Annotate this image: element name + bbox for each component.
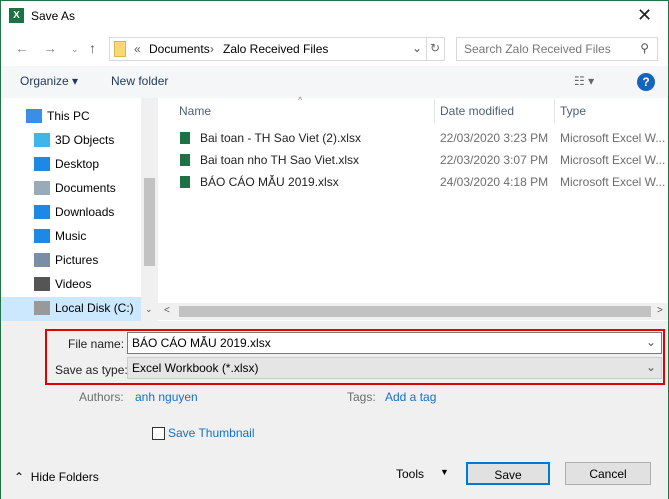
file-row[interactable]: Bai toan - TH Sao Viet (2).xlsx 22/03/202… xyxy=(171,127,668,149)
desktop-icon xyxy=(34,157,50,171)
highlight-box xyxy=(45,329,665,385)
new-folder-button[interactable]: New folder xyxy=(111,74,168,88)
file-name: BÁO CÁO MẪU 2019.xlsx xyxy=(200,175,339,189)
nav-item-label: Documents xyxy=(55,181,116,195)
videos-icon xyxy=(34,277,50,291)
excel-file-icon xyxy=(180,154,190,166)
file-row[interactable]: Bai toan nho TH Sao Viet.xlsx 22/03/2020 … xyxy=(171,149,668,171)
divider xyxy=(554,99,555,123)
hide-folders-button[interactable]: ⌃ Hide Folders xyxy=(14,470,99,484)
refresh-icon[interactable]: ↻ xyxy=(430,41,440,55)
organize-button[interactable]: Organize ▾ xyxy=(20,74,78,88)
tags-label: Tags: xyxy=(347,390,376,404)
file-type: Microsoft Excel W... xyxy=(560,153,666,167)
nav-item[interactable]: Downloads xyxy=(1,201,141,225)
documents-icon xyxy=(34,181,50,195)
file-date: 22/03/2020 3:07 PM xyxy=(440,153,549,167)
file-type: Microsoft Excel W... xyxy=(560,175,666,189)
column-date[interactable]: Date modified xyxy=(440,104,514,124)
file-type: Microsoft Excel W... xyxy=(560,131,666,145)
toolbar: Organize ▾ New folder ☷ ▾ ? xyxy=(1,66,668,98)
file-row[interactable]: BÁO CÁO MẪU 2019.xlsx 24/03/2020 4:18 PM M… xyxy=(171,171,668,193)
excel-file-icon xyxy=(180,132,190,144)
music-icon xyxy=(34,229,50,243)
search-icon: ⚲ xyxy=(640,41,649,55)
excel-file-icon xyxy=(180,176,190,188)
nav-item[interactable]: Pictures xyxy=(1,249,141,273)
scroll-left-icon[interactable]: < xyxy=(164,305,170,316)
chevron-up-icon: ⌃ xyxy=(14,470,25,484)
scroll-down-icon[interactable]: ⌄ xyxy=(145,304,153,315)
forward-button[interactable]: → xyxy=(43,40,57,56)
nav-item-label: Desktop xyxy=(55,157,100,171)
breadcrumb-documents[interactable]: Documents xyxy=(149,42,210,56)
scroll-right-icon[interactable]: > xyxy=(657,305,663,316)
nav-item[interactable]: Documents xyxy=(1,177,141,201)
nav-item-label: This PC xyxy=(47,109,90,123)
file-date: 22/03/2020 3:23 PM xyxy=(440,131,549,145)
column-name[interactable]: Name xyxy=(179,104,211,124)
help-button[interactable]: ? xyxy=(637,73,655,91)
disk-icon xyxy=(34,301,50,315)
nav-item-label: Local Disk (C:) xyxy=(55,301,134,315)
save-as-dialog: X Save As ✕ ← → ⌄ ↑ « Documents › Zalo R… xyxy=(0,0,669,499)
nav-item[interactable]: Local Disk (C:) xyxy=(1,297,141,321)
close-button[interactable]: ✕ xyxy=(637,5,652,26)
nav-item-label: Music xyxy=(55,229,87,243)
nav-item[interactable]: Music xyxy=(1,225,141,249)
back-button[interactable]: ← xyxy=(15,40,29,56)
divider xyxy=(426,38,427,60)
cancel-button[interactable]: Cancel xyxy=(565,462,651,485)
overflow-chevron[interactable]: « xyxy=(134,42,141,56)
nav-item-label: 3D Objects xyxy=(55,133,115,147)
nav-item[interactable]: Desktop xyxy=(1,153,141,177)
dialog-title: Save As xyxy=(31,9,76,23)
authors-field[interactable]: anh nguyen xyxy=(135,390,198,404)
excel-icon: X xyxy=(9,8,24,23)
authors-label: Authors: xyxy=(79,390,124,404)
hide-folders-label: Hide Folders xyxy=(30,470,99,484)
pc-icon xyxy=(26,109,42,123)
nav-item-label: Downloads xyxy=(55,205,115,219)
nav-item-label: Pictures xyxy=(55,253,99,267)
downloads-icon xyxy=(34,205,50,219)
nav-item[interactable]: 3D Objects xyxy=(1,129,141,153)
column-type[interactable]: Type xyxy=(560,104,586,124)
scroll-thumb[interactable] xyxy=(144,178,155,266)
tools-button[interactable]: Tools xyxy=(396,467,424,481)
sort-ascending-icon: ^ xyxy=(298,95,303,105)
address-bar[interactable]: « Documents › Zalo Received Files ⌄ ↻ xyxy=(109,37,445,61)
nav-item[interactable]: Videos xyxy=(1,273,141,297)
title-bar: X Save As ✕ xyxy=(1,1,668,33)
recent-dropdown[interactable]: ⌄ xyxy=(71,44,79,55)
save-thumbnail-label[interactable]: Save Thumbnail xyxy=(168,426,255,440)
save-button[interactable]: Save xyxy=(466,462,550,485)
divider xyxy=(434,99,435,123)
file-date: 24/03/2020 4:18 PM xyxy=(440,175,549,189)
search-input[interactable]: Search Zalo Received Files ⚲ xyxy=(456,37,658,61)
nav-item[interactable]: This PC xyxy=(1,105,141,129)
file-name: Bai toan - TH Sao Viet (2).xlsx xyxy=(200,131,361,145)
pictures-icon xyxy=(34,253,50,267)
save-thumbnail-checkbox[interactable] xyxy=(152,427,165,440)
breadcrumb-separator: › xyxy=(210,42,214,56)
tags-field[interactable]: Add a tag xyxy=(385,390,436,404)
view-options-icon[interactable]: ☷ ▾ xyxy=(574,74,594,88)
organize-label: Organize xyxy=(20,74,69,88)
file-list-scrollbar[interactable]: < > xyxy=(158,303,668,320)
search-placeholder: Search Zalo Received Files xyxy=(464,42,611,56)
up-button[interactable]: ↑ xyxy=(89,40,96,56)
scroll-thumb[interactable] xyxy=(179,306,651,317)
tools-dropdown-icon[interactable]: ▼ xyxy=(440,467,449,477)
address-dropdown-icon[interactable]: ⌄ xyxy=(412,41,422,55)
nav-item-label: Videos xyxy=(55,277,92,291)
nav-scrollbar[interactable]: ⌄ xyxy=(141,98,158,321)
file-name: Bai toan nho TH Sao Viet.xlsx xyxy=(200,153,359,167)
navigation-pane: This PC 3D Objects Desktop Documents Downloa… xyxy=(1,98,158,321)
breadcrumb-zalo[interactable]: Zalo Received Files xyxy=(223,42,328,56)
cube-icon xyxy=(34,133,50,147)
folder-icon xyxy=(114,41,126,57)
